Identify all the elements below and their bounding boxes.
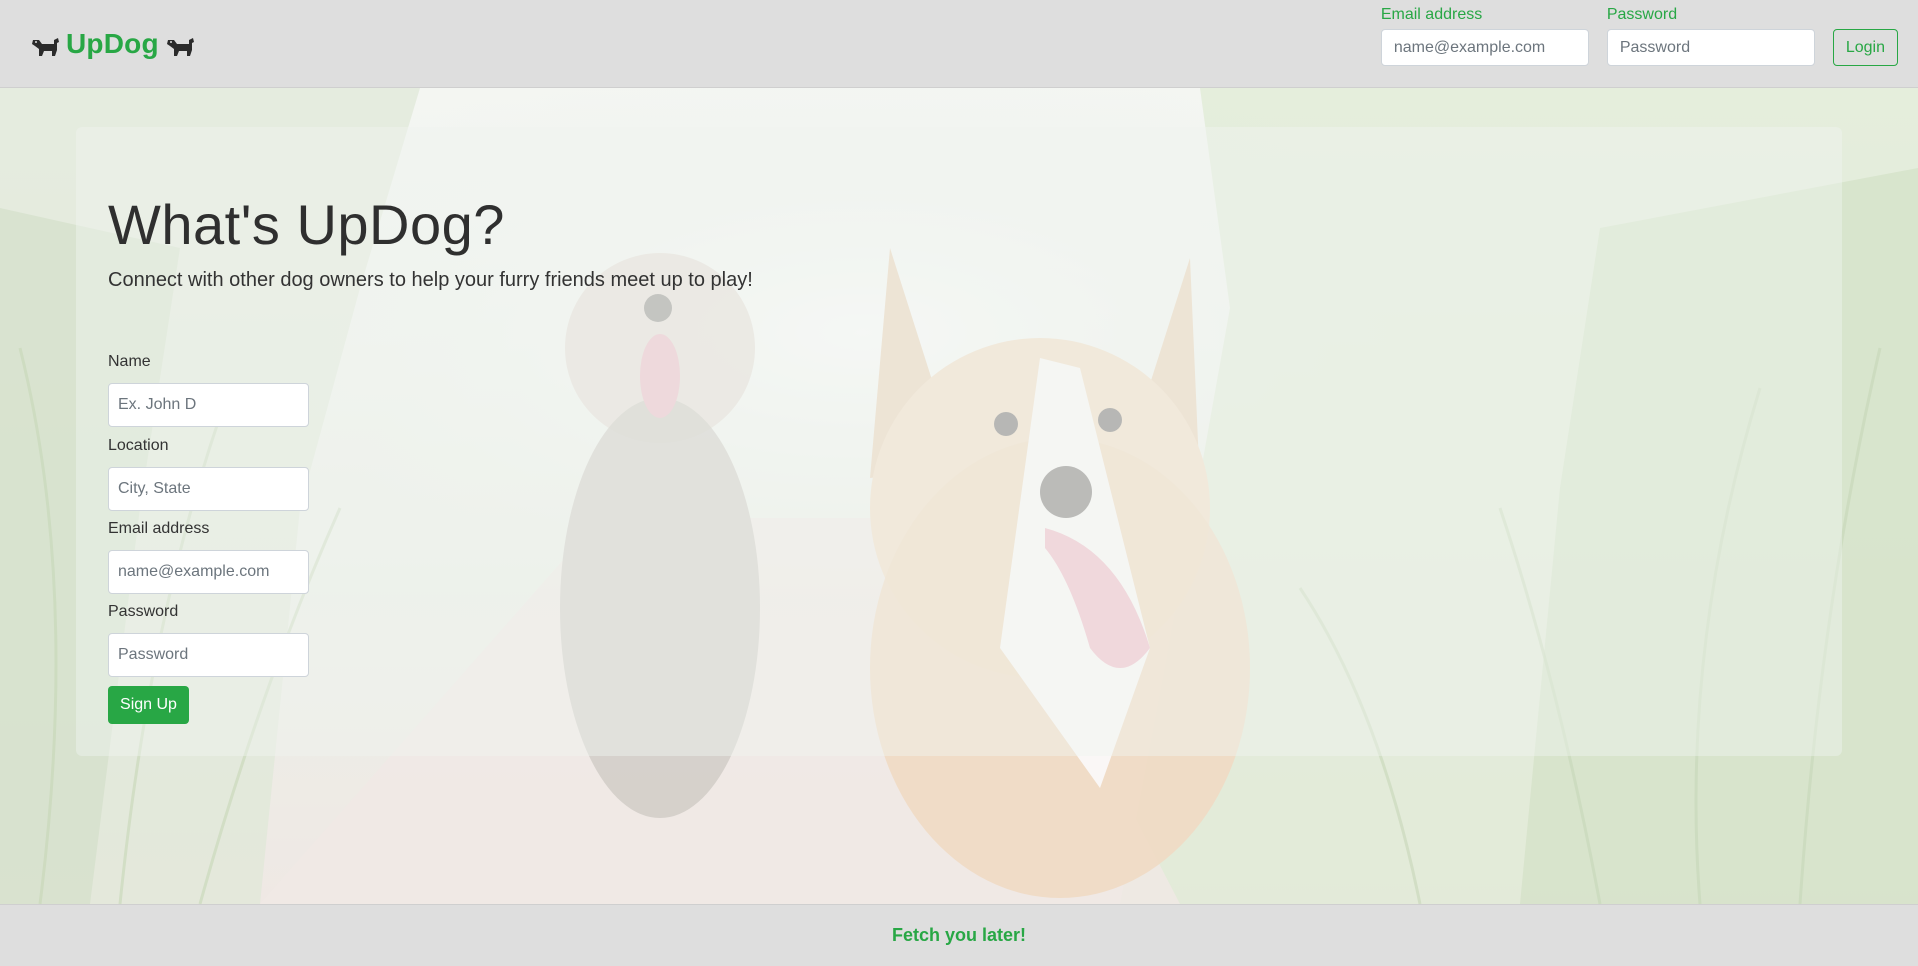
brand-logo[interactable]: UpDog (30, 24, 195, 64)
login-email-input[interactable] (1380, 29, 1589, 66)
signup-email-label: Email address (108, 520, 210, 537)
dog-icon (166, 38, 194, 56)
login-email-group: Email address (1380, 6, 1589, 66)
signup-password-label: Password (108, 603, 179, 620)
login-email-label: Email address (1380, 6, 1483, 23)
login-button[interactable]: Login (1832, 29, 1898, 66)
navbar: UpDog Email address Password Login (0, 0, 1918, 88)
login-password-group: Password (1606, 6, 1815, 66)
login-form: Email address Password Login (1380, 6, 1898, 66)
footer: Fetch you later! (0, 904, 1918, 966)
login-password-input[interactable] (1606, 29, 1815, 66)
signup-name-input[interactable] (108, 383, 309, 427)
jumbotron: What's UpDog? Connect with other dog own… (76, 127, 1842, 756)
sign-up-button[interactable]: Sign Up (108, 686, 189, 724)
page-subtitle: Connect with other dog owners to help yo… (108, 269, 753, 291)
dog-icon (32, 38, 59, 56)
signup-email-input[interactable] (108, 550, 309, 594)
signup-name-label: Name (108, 353, 151, 370)
signup-location-input[interactable] (108, 467, 309, 511)
login-password-label: Password (1606, 6, 1678, 23)
signup-password-input[interactable] (108, 633, 309, 677)
footer-text: Fetch you later! (891, 925, 1027, 945)
hero-section: What's UpDog? Connect with other dog own… (0, 88, 1918, 904)
page-title: What's UpDog? (108, 193, 505, 256)
signup-location-label: Location (108, 437, 169, 454)
brand-name: UpDog (66, 28, 159, 59)
